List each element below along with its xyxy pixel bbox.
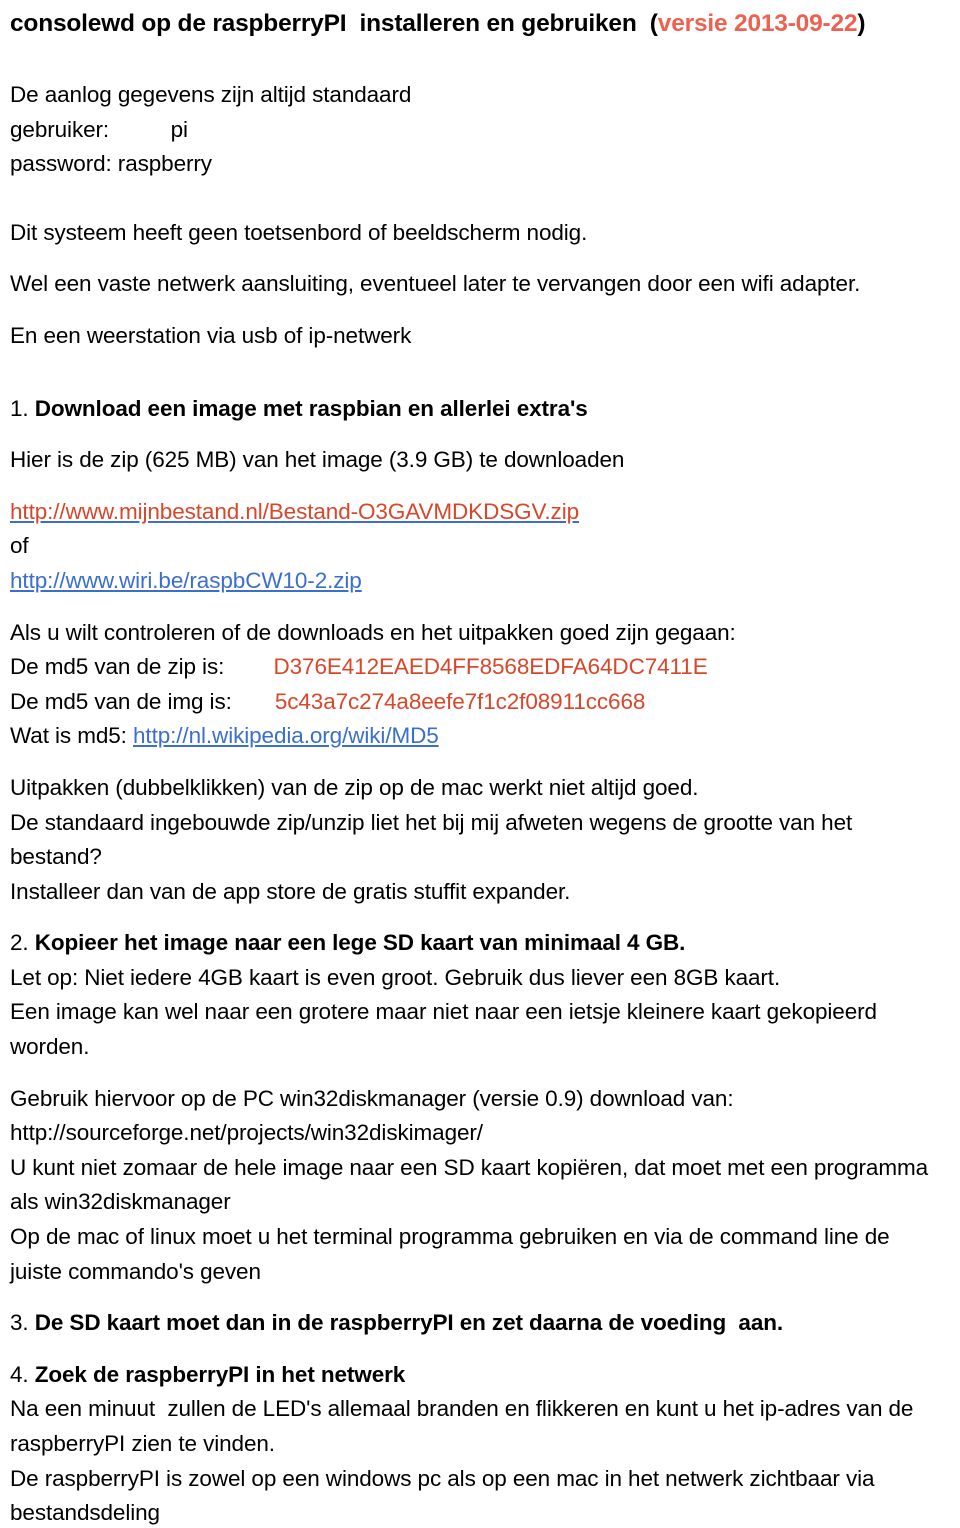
download-link-1-row: http://www.mijnbestand.nl/Bestand-O3GAVM… [10,495,944,530]
section-4-line-2: De raspberryPI is zowel op een windows p… [10,1465,881,1526]
download-link-wiri[interactable]: http://www.wiri.be/raspbCW10-2.zip [10,568,362,593]
unzip-note-2: De standaard ingebouwde zip/unzip liet h… [10,809,859,870]
intro-line-4: Dit systeem heeft geen toetsenbord of be… [10,219,588,245]
section-1-download-line: Hier is de zip (625 MB) van het image (3… [10,447,625,473]
md5-zip-label: De md5 van de zip is: [10,654,274,680]
section-4-heading: 4. Zoek de raspberryPI in het netwerk [10,1358,944,1393]
section-4-line-1: Na een minuut zullen de LED's allemaal b… [10,1396,920,1456]
md5-info-row: Wat is md5: http://nl.wikipedia.org/wiki… [10,719,944,754]
download-link-2-row: http://www.wiri.be/raspbCW10-2.zip [10,564,944,599]
section-1-heading: 1. Download een image met raspbian en al… [10,392,944,427]
unzip-note-3: Installeer dan van de app store de grati… [10,878,571,904]
section-2-number: 2. [10,930,35,956]
md5-zip-value: D376E412EAED4FF8568EDFA64DC7411E [273,654,708,680]
section-2-heading: 2. Kopieer het image naar een lege SD ka… [10,926,944,961]
md5-wikipedia-link[interactable]: http://nl.wikipedia.org/wiki/MD5 [133,723,439,748]
download-link-mijnbestand[interactable]: http://www.mijnbestand.nl/Bestand-O3GAVM… [10,499,579,524]
section-2-heading-text: Kopieer het image naar een lege SD kaart… [34,930,686,956]
section-1-heading-text: Download een image met raspbian en aller… [34,395,588,421]
md5-img-value: 5c43a7c274a8eefe7f1c2f08911cc668 [274,688,646,714]
download-link-separator: of [10,533,29,559]
section-3-heading: 3. De SD kaart moet dan in de raspberryP… [10,1306,944,1341]
section-2-line-4: U kunt niet zomaar de hele image naar ee… [10,1154,935,1215]
md5-info-label: Wat is md5: [10,723,133,749]
md5-check-intro: Als u wilt controleren of de downloads e… [10,619,736,645]
page-title-main: consolewd op de raspberryPI installeren … [10,10,658,37]
document-page: consolewd op de raspberryPI installeren … [0,0,960,1528]
page-title-close-paren: ) [857,10,866,37]
unzip-note-1: Uitpakken (dubbelklikken) van de zip op … [10,774,699,800]
section-4-number: 4. [10,1361,35,1387]
section-3-heading-text: De SD kaart moet dan in de raspberryPI e… [34,1310,784,1336]
section-2-line-5: Op de mac of linux moet u het terminal p… [10,1224,896,1284]
intro-line-1: De aanlog gegevens zijn altijd standaard [10,82,412,107]
section-3-number: 3. [10,1310,35,1336]
section-2-line-3: Gebruik hiervoor op de PC win32diskmanag… [10,1085,740,1146]
page-title: consolewd op de raspberryPI installeren … [10,6,944,42]
intro-credentials-user: gebruiker: pi [10,116,188,142]
intro-line-5: Wel een vaste netwerk aansluiting, event… [10,271,861,297]
intro-line-6: En een weerstation via usb of ip-netwerk [10,322,412,348]
section-4-heading-text: Zoek de raspberryPI in het netwerk [34,1361,406,1387]
md5-img-row: De md5 van de img is: 5c43a7c274a8eefe7f… [10,685,944,720]
section-2-line-1: Let op: Niet iedere 4GB kaart is even gr… [10,964,781,990]
section-2-line-2: Een image kan wel naar een grotere maar … [10,999,884,1060]
intro-credentials-password: password: raspberry [10,151,212,177]
md5-img-label: De md5 van de img is: [10,688,275,714]
page-title-version: versie 2013-09-22 [657,10,858,37]
md5-zip-row: De md5 van de zip is: D376E412EAED4FF856… [10,650,944,685]
section-1-number: 1. [10,395,35,421]
